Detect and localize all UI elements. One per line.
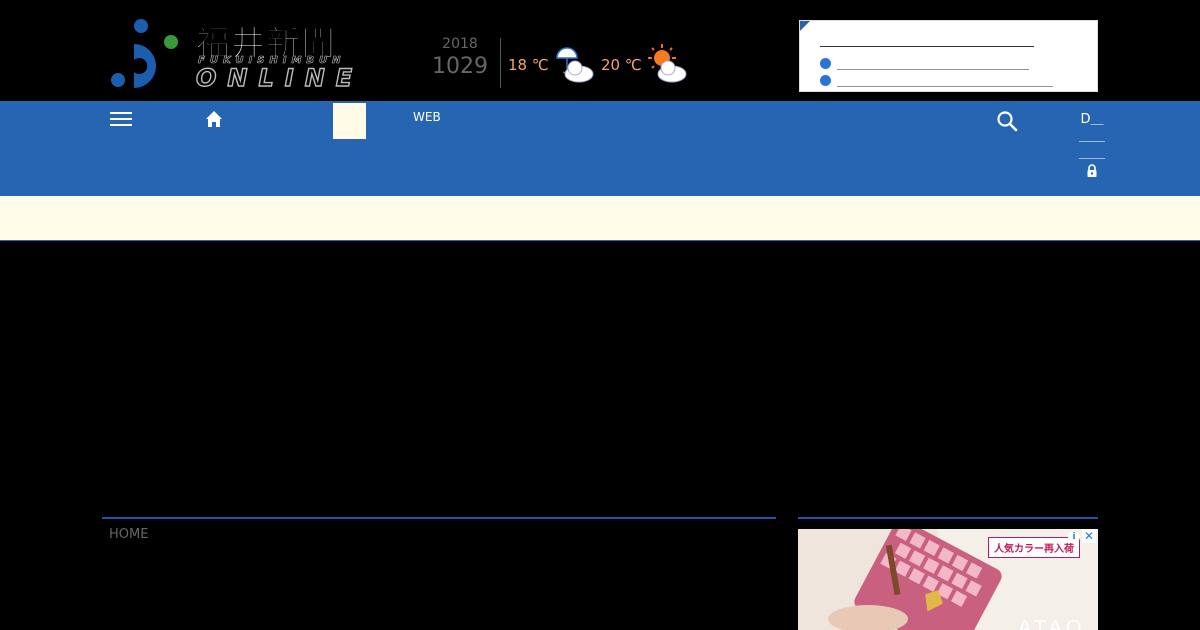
notice-list: ＿＿＿＿＿＿＿＿＿＿＿＿＿＿＿＿ ＿＿＿＿＿＿＿＿＿＿＿＿＿＿＿＿＿＿ xyxy=(820,55,1053,89)
login-line: D＿ xyxy=(1080,112,1104,127)
nav-web-link[interactable]: WEB xyxy=(413,110,441,124)
notice-item[interactable]: ＿＿＿＿＿＿＿＿＿＿＿＿＿＿＿＿ xyxy=(820,55,1053,72)
breadcrumb[interactable]: HOME xyxy=(109,527,148,542)
ad-badge: 人気カラー再入荷 xyxy=(988,537,1080,558)
ad-info-icon[interactable]: i xyxy=(1068,531,1080,543)
date-year: 2018 xyxy=(442,36,478,52)
ad-close-icon[interactable]: ✕ xyxy=(1082,529,1096,543)
notice-text: ＿＿＿＿＿＿＿＿＿＿＿＿＿＿＿＿＿＿ xyxy=(837,74,1054,88)
login-line: ＿＿ xyxy=(1078,146,1105,161)
notice-band xyxy=(0,196,1200,241)
notice-item[interactable]: ＿＿＿＿＿＿＿＿＿＿＿＿＿＿＿＿＿＿ xyxy=(820,72,1053,89)
notice-divider xyxy=(820,46,1034,47)
menu-icon[interactable] xyxy=(110,112,132,128)
weather-tomorrow[interactable]: 20 ℃ xyxy=(601,44,688,86)
lock-icon xyxy=(1087,164,1097,177)
side-column-rule xyxy=(798,517,1098,519)
nav-tile[interactable] xyxy=(333,103,366,139)
weather-today[interactable]: 18 ℃ xyxy=(508,44,595,86)
login-line: ＿＿ xyxy=(1078,129,1105,144)
ad-brand: ATAO xyxy=(1018,617,1086,630)
notice-box: ＿＿＿＿＿＿＿＿＿＿＿＿＿＿＿＿ ＿＿＿＿＿＿＿＿＿＿＿＿＿＿＿＿＿＿ xyxy=(799,20,1098,92)
weather-temp: 18 ℃ xyxy=(508,56,549,74)
logo-mark-icon xyxy=(111,19,178,88)
date-month-day: 1029 xyxy=(432,54,488,79)
bullet-icon xyxy=(820,75,831,86)
notice-corner xyxy=(800,21,810,31)
date-display: 2018 1029 xyxy=(426,36,494,79)
sun-cloud-icon xyxy=(647,44,687,83)
notice-text: ＿＿＿＿＿＿＿＿＿＿＿＿＿＿＿＿ xyxy=(837,57,1030,71)
page: 福井新聞 FUKUISHIMBUN ONLINE 2018 1029 18 ℃ … xyxy=(0,0,1200,630)
divider xyxy=(500,38,501,88)
logo-online: ONLINE xyxy=(195,63,364,92)
site-header: 福井新聞 FUKUISHIMBUN ONLINE 2018 1029 18 ℃ … xyxy=(0,0,1200,101)
home-icon[interactable] xyxy=(204,109,224,129)
advertisement[interactable]: 人気カラー再入荷 i ✕ ATAO xyxy=(798,529,1098,630)
weather-temp: 20 ℃ xyxy=(601,56,642,74)
search-icon[interactable] xyxy=(996,110,1018,132)
main-column-rule xyxy=(102,517,776,519)
rain-cloud-icon xyxy=(555,47,594,83)
main-nav: WEB D＿ ＿＿ ＿＿ xyxy=(0,101,1200,196)
site-logo[interactable]: 福井新聞 FUKUISHIMBUN ONLINE xyxy=(110,16,360,94)
bullet-icon xyxy=(820,58,831,69)
login-link[interactable]: D＿ ＿＿ ＿＿ xyxy=(1076,111,1108,178)
